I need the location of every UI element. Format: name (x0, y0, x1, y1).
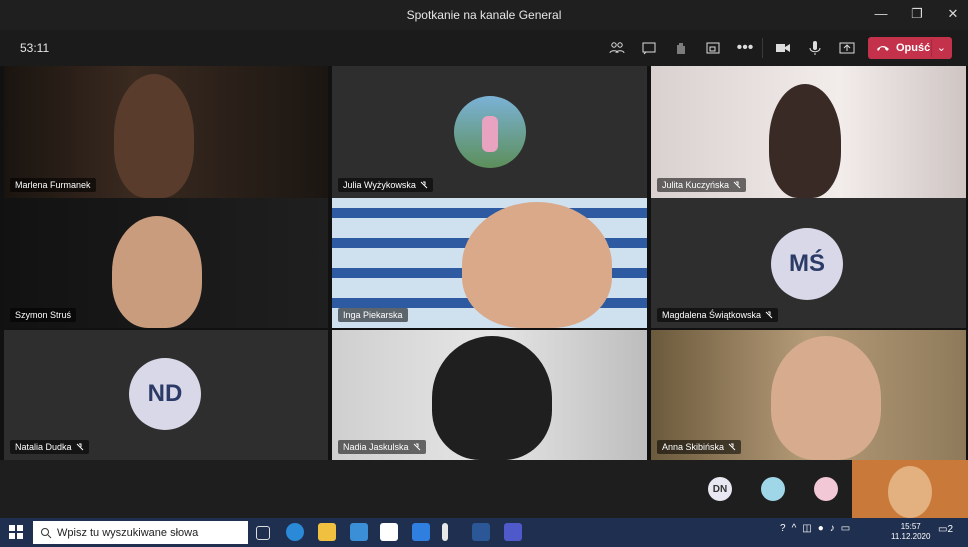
meeting-tools: ••• (606, 37, 756, 59)
teams-icon[interactable] (504, 523, 522, 541)
muted-mic-icon (728, 443, 736, 451)
video-tile[interactable]: Julia Wyżykowska (332, 66, 647, 198)
self-view-video[interactable] (852, 460, 968, 518)
muted-mic-icon (76, 443, 83, 451)
windows-start-icon[interactable] (8, 524, 24, 540)
clock-time: 15:57 (900, 522, 921, 531)
participant-name-tag: Magdalena Świątkowska (657, 308, 779, 322)
taskbar-search[interactable]: Wpisz tu wyszukiwane słowa (33, 521, 248, 544)
amazon-icon[interactable] (380, 523, 398, 541)
mail-icon[interactable] (350, 523, 368, 541)
muted-mic-icon (420, 181, 428, 189)
more-options-icon[interactable]: ••• (734, 37, 756, 59)
maximize-icon[interactable]: ❐ (910, 6, 924, 22)
self-view-person (888, 466, 932, 518)
window-controls: — ❐ ✕ (874, 6, 960, 22)
video-tile[interactable]: Anna Skibińska (651, 330, 966, 460)
participant-initials-avatar: ND (129, 358, 201, 430)
overflow-avatar[interactable] (814, 477, 838, 501)
participant-name-tag: Szymon Struś (10, 308, 77, 322)
leave-separator (931, 39, 932, 57)
close-icon[interactable]: ✕ (946, 6, 960, 22)
muted-mic-icon (733, 181, 741, 189)
dropbox-icon[interactable] (412, 523, 430, 541)
muted-mic-icon (765, 311, 773, 319)
video-tile[interactable]: Julita Kuczyńska (651, 66, 966, 198)
participant-initials-avatar: MŚ (771, 228, 843, 300)
notification-count: 2 (947, 524, 954, 535)
overflow-avatar[interactable] (761, 477, 785, 501)
av-controls (772, 37, 858, 59)
overflow-avatar-dn[interactable]: DN (708, 477, 732, 501)
meeting-timer: 53:11 (20, 41, 50, 55)
window-title: Spotkanie na kanale General (406, 8, 562, 22)
display-icon[interactable]: ▭ (841, 523, 850, 534)
video-tile[interactable]: Marlena Furmanek (4, 66, 328, 198)
chat-icon[interactable] (638, 37, 660, 59)
video-tile[interactable]: Inga Piekarska (332, 198, 647, 328)
title-bar: Spotkanie na kanale General — ❐ ✕ (0, 0, 968, 30)
raise-hand-icon[interactable] (670, 37, 692, 59)
muted-mic-icon (413, 443, 420, 451)
participant-video (114, 74, 194, 198)
notification-center[interactable]: ▭2 (938, 524, 953, 535)
video-tile[interactable]: MŚ Magdalena Świątkowska (651, 198, 966, 328)
microphone-icon[interactable] (804, 37, 826, 59)
participant-name-tag: Marlena Furmanek (10, 178, 96, 192)
participant-avatar (454, 96, 526, 168)
participant-name-tag: Julia Wyżykowska (338, 178, 433, 192)
participant-name-tag: Inga Piekarska (338, 308, 408, 322)
toolbar-divider (762, 38, 763, 58)
participants-icon[interactable] (606, 37, 628, 59)
rooms-icon[interactable] (702, 37, 724, 59)
task-view-icon[interactable] (256, 526, 270, 540)
participant-video (432, 336, 552, 460)
search-placeholder: Wpisz tu wyszukiwane słowa (57, 526, 199, 539)
camera-icon[interactable] (772, 37, 794, 59)
video-tile[interactable]: Szymon Struś (4, 198, 328, 328)
chevron-up-icon[interactable]: ^ (792, 523, 797, 534)
volume-icon[interactable]: ♪ (830, 523, 835, 534)
network-icon[interactable]: ◫ (802, 523, 811, 534)
participant-video (462, 202, 612, 328)
participant-name-tag: Anna Skibińska (657, 440, 742, 454)
word-icon[interactable] (472, 523, 490, 541)
search-icon (41, 527, 52, 538)
participant-video (769, 84, 841, 198)
meeting-toolbar: 53:11 ••• (0, 30, 968, 66)
app-icon[interactable] (442, 523, 448, 541)
microphone-tray-icon[interactable]: ● (818, 523, 824, 534)
file-explorer-icon[interactable] (318, 523, 336, 541)
leave-label: Opuść (896, 42, 931, 54)
help-icon[interactable]: ? (780, 523, 786, 534)
taskbar-clock[interactable]: 15:57 11.12.2020 (891, 522, 930, 542)
participant-name-tag: Nadia Jaskulska (338, 440, 426, 454)
video-tile[interactable]: ND Natalia Dudka (4, 330, 328, 460)
participant-name-tag: Julita Kuczyńska (657, 178, 747, 192)
windows-taskbar: Wpisz tu wyszukiwane słowa ? ^ ◫ ● ♪ ▭ 1… (0, 518, 968, 547)
video-tile[interactable]: Nadia Jaskulska (332, 330, 647, 460)
participant-video (112, 216, 202, 328)
chevron-down-icon[interactable]: ⌄ (937, 41, 946, 54)
share-screen-icon[interactable] (836, 37, 858, 59)
video-grid: Marlena Furmanek Julia Wyżykowska Julita… (4, 66, 966, 460)
participant-name-tag: Natalia Dudka (10, 440, 89, 454)
system-tray: ? ^ ◫ ● ♪ ▭ (780, 523, 850, 534)
leave-button[interactable]: Opuść ⌄ (868, 37, 952, 59)
clock-date: 11.12.2020 (891, 532, 931, 541)
participant-video (771, 336, 881, 460)
hang-up-icon (877, 46, 889, 51)
edge-icon[interactable] (286, 523, 304, 541)
minimize-icon[interactable]: — (874, 6, 888, 22)
